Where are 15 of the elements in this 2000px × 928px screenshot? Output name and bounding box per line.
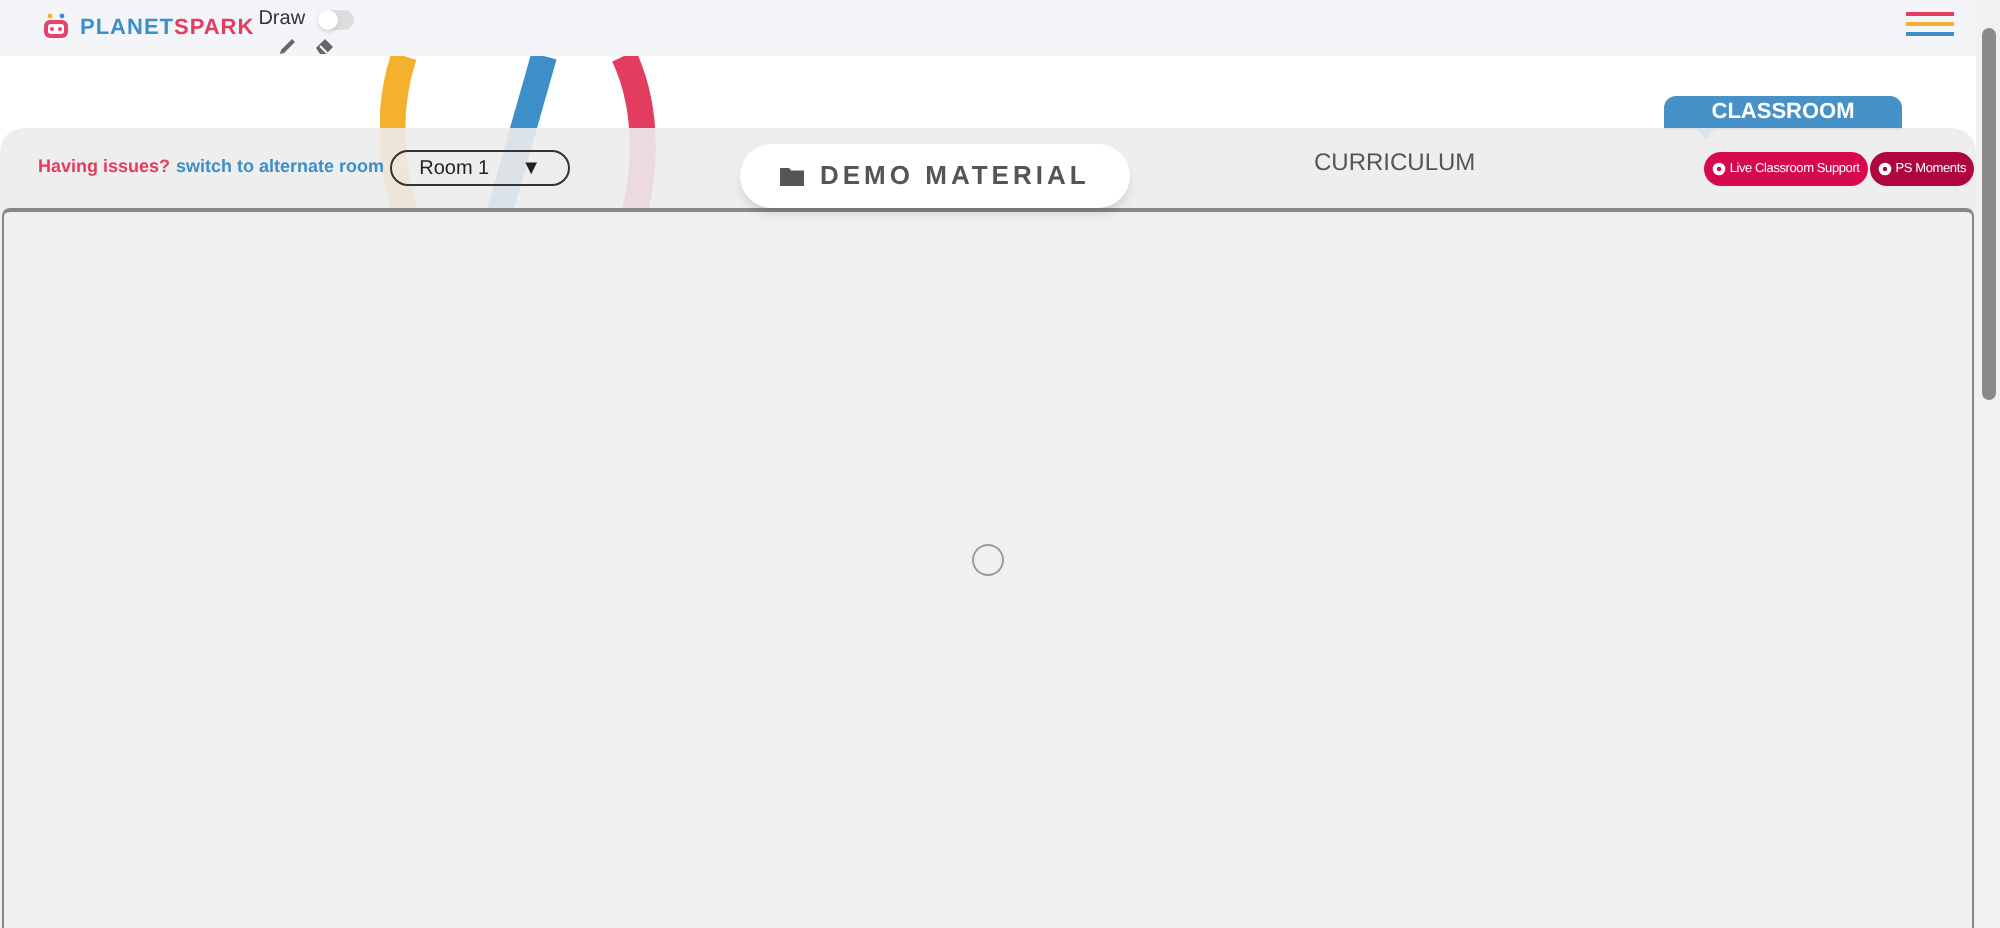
issue-text: Having issues?	[38, 154, 171, 181]
logo-text: PLANETSPARK	[80, 14, 255, 44]
loading-spinner-icon	[970, 542, 1006, 578]
draw-label: Draw	[258, 6, 306, 34]
draw-toggle[interactable]	[317, 9, 354, 29]
dropdown-caret: ▼	[521, 155, 542, 183]
pencil-icon[interactable]	[278, 36, 299, 56]
room-select[interactable]: Room 1 ▼	[390, 150, 571, 186]
tab[interactable]: CURRICULUM	[1290, 130, 1500, 194]
classroom-tag: CLASSROOM	[1664, 96, 1902, 130]
menu-icon[interactable]	[1906, 12, 1954, 36]
eraser-icon[interactable]	[314, 36, 337, 56]
folder-icon	[780, 166, 804, 186]
scrollbar[interactable]	[1976, 0, 2000, 928]
tab[interactable]: DEMO MATERIAL	[740, 144, 1130, 208]
